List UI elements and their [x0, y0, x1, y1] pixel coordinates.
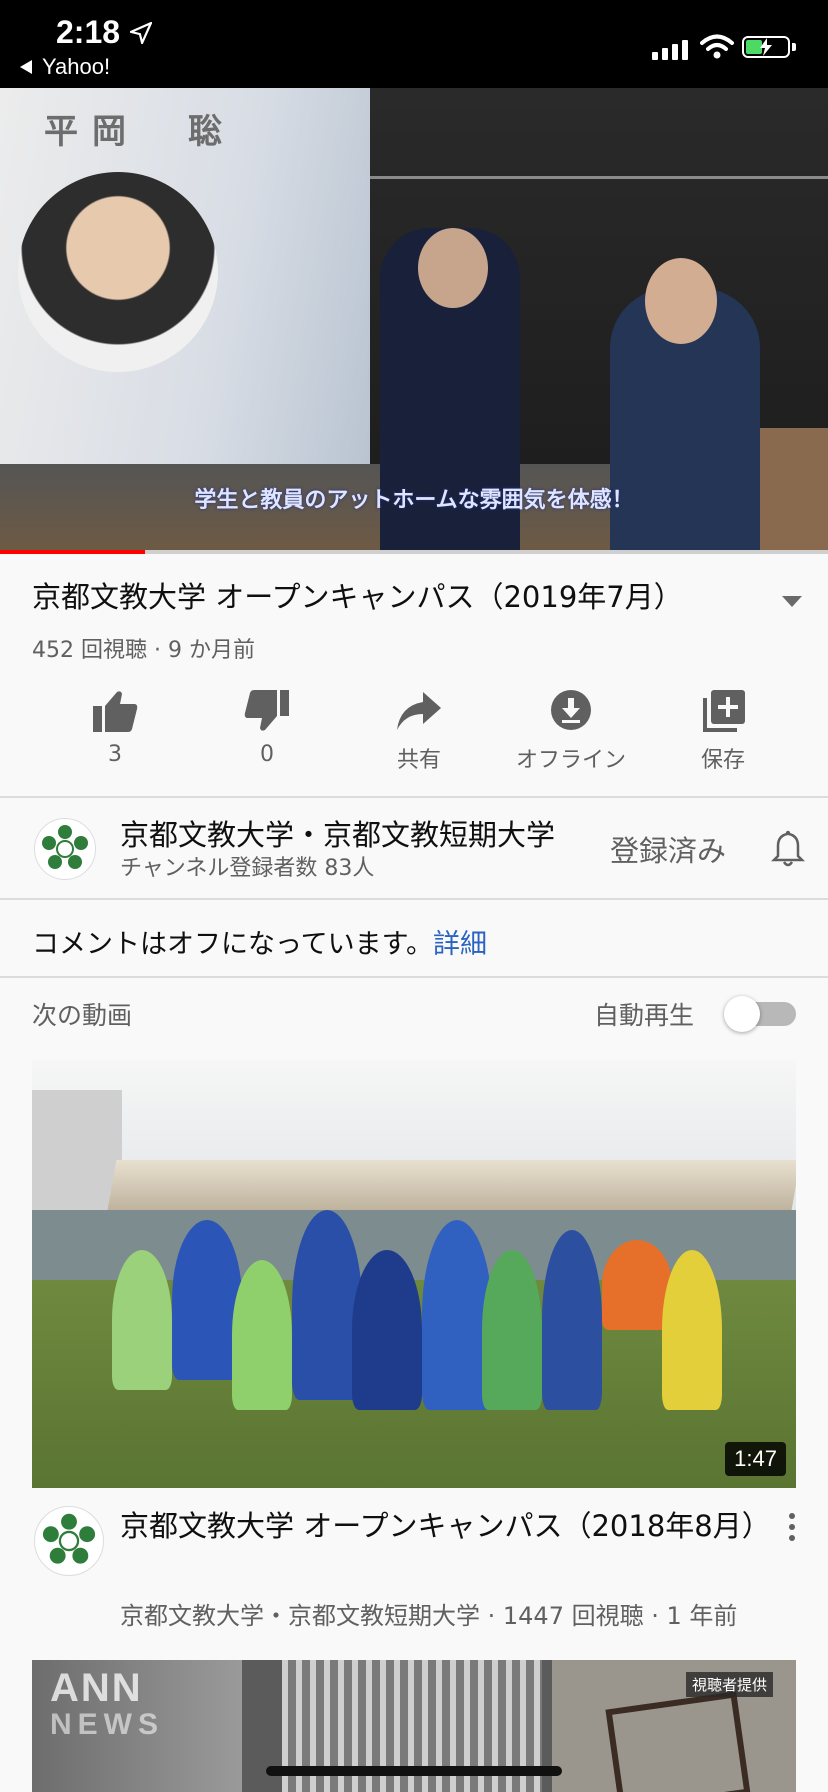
comments-off-notice: コメントはオフになっています。詳細: [32, 922, 487, 961]
channel-name[interactable]: 京都文教大学・京都文教短期大学: [120, 812, 555, 854]
viewer-provided-badge: 視聴者提供: [686, 1672, 774, 1697]
group-photo: [102, 1190, 722, 1450]
thumb-up-icon: [93, 691, 138, 732]
save-label: 保存: [700, 748, 745, 773]
video-meta: 452 回視聴 · 9 か月前: [32, 638, 255, 663]
recommended-video-title[interactable]: 京都文教大学 オープンキャンパス（2018年8月）: [120, 1502, 771, 1550]
action-bar: 3 0 共有 オフライン 保存: [40, 688, 800, 774]
status-bar: 2:18 Yahoo!: [0, 0, 828, 88]
back-app-label: Yahoo!: [42, 54, 111, 79]
projector-screen: 平岡 聡: [0, 88, 370, 464]
offline-label: オフライン: [515, 748, 626, 773]
home-indicator[interactable]: [266, 1766, 562, 1776]
share-label: 共有: [396, 748, 441, 773]
more-options-icon[interactable]: [786, 1512, 798, 1542]
autoplay-toggle[interactable]: [724, 996, 796, 1032]
comments-off-text: コメントはオフになっています。: [32, 929, 433, 960]
dislike-count: 0: [260, 742, 274, 767]
video-duration-badge: 1:47: [725, 1442, 786, 1476]
cellular-signal-icon: [652, 40, 688, 60]
recommended-video-meta: 京都文教大学・京都文教短期大学 · 1447 回視聴 · 1 年前: [120, 1602, 738, 1630]
video-progress-bar[interactable]: [0, 550, 828, 554]
back-to-app-button[interactable]: Yahoo!: [20, 54, 110, 80]
share-button[interactable]: 共有: [344, 688, 494, 774]
screen-name-text: 平岡 聡: [44, 112, 236, 152]
university-crest-icon: [42, 825, 88, 869]
video-title: 京都文教大学 オープンキャンパス（2019年7月）: [32, 580, 683, 614]
like-button[interactable]: 3: [40, 688, 190, 767]
portrait-image: [18, 172, 218, 372]
playlist-add-icon: [703, 690, 745, 732]
divider: [0, 898, 828, 900]
wifi-icon: [700, 34, 734, 59]
offline-button[interactable]: オフライン: [496, 688, 646, 774]
channel-avatar[interactable]: [34, 818, 96, 880]
like-count: 3: [108, 742, 122, 767]
up-next-label: 次の動画: [32, 1001, 133, 1030]
dislike-button[interactable]: 0: [192, 688, 342, 767]
divider: [0, 976, 828, 978]
autoplay-label: 自動再生: [594, 1001, 695, 1030]
channel-subscriber-count: チャンネル登録者数 83人: [120, 856, 375, 881]
video-player[interactable]: 平岡 聡 学生と教員のアットホームな雰囲気を体感！: [0, 88, 828, 552]
recommended-video-thumbnail[interactable]: 1:47: [32, 1060, 796, 1488]
thumb-down-icon: [244, 690, 289, 731]
autoplay-toggle-knob: [724, 996, 760, 1032]
university-crest-icon: [42, 1513, 96, 1564]
video-subtitle: 学生と教員のアットホームな雰囲気を体感！: [194, 488, 634, 513]
expand-description-icon[interactable]: [782, 596, 802, 607]
notification-bell-icon[interactable]: [768, 828, 808, 868]
recommended-channel-avatar[interactable]: [34, 1506, 104, 1576]
charging-bolt-icon: [760, 38, 772, 56]
ann-watermark: ANN: [50, 1666, 143, 1710]
divider: [0, 796, 828, 798]
download-icon: [551, 690, 591, 730]
status-time: 2:18: [56, 14, 121, 50]
back-triangle-icon: [20, 60, 32, 74]
location-arrow-icon: [130, 22, 152, 44]
subscribed-button[interactable]: 登録済み: [610, 828, 726, 870]
save-button[interactable]: 保存: [648, 688, 798, 774]
news-watermark: NEWS: [50, 1708, 164, 1741]
share-icon: [397, 692, 441, 730]
video-progress-fill: [0, 550, 145, 554]
details-link[interactable]: 詳細: [433, 929, 487, 960]
